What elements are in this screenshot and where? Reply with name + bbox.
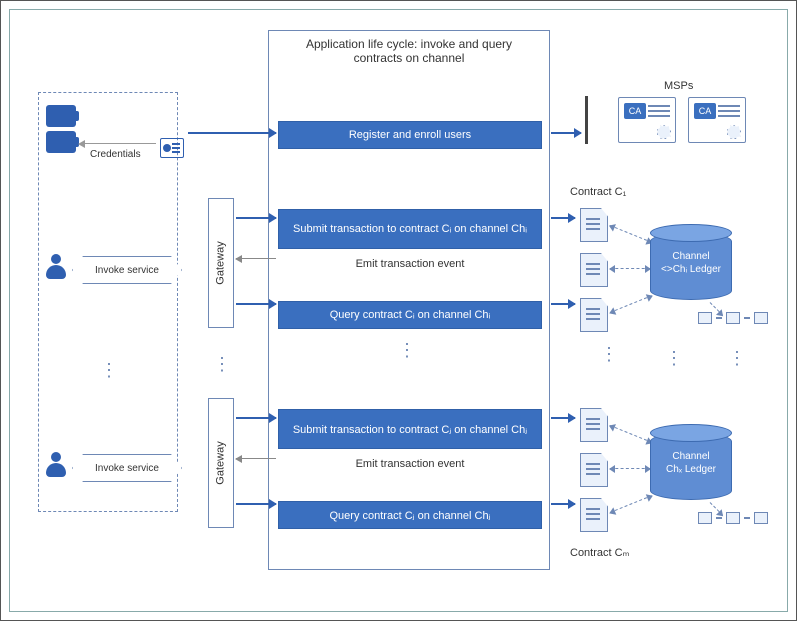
dashed-connector [610, 225, 652, 243]
contract-doc-icon [580, 498, 608, 532]
arrow-icon [551, 303, 575, 305]
arrow-icon [551, 132, 581, 134]
arrow-icon [236, 417, 276, 419]
arrow-icon [551, 503, 575, 505]
contract-cm-label: Contract Cₘ [570, 546, 629, 559]
ledger-line2: Chₓ Ledger [666, 464, 716, 475]
dashed-connector [610, 425, 652, 443]
ellipsis-icon: ⋮ [213, 354, 233, 375]
lifecycle-title: Application life cycle: invoke and query… [269, 31, 549, 75]
ledger-line2: Chᵢ Ledger [673, 264, 721, 275]
credentials-label: Credentials [90, 149, 141, 160]
invoke-label: Invoke service [95, 265, 159, 276]
seal-icon [727, 125, 741, 139]
arrow-icon [188, 132, 276, 134]
ellipsis-icon: ⋮ [100, 360, 120, 381]
ellipsis-icon: ⋮ [398, 340, 418, 361]
wallet-icon [46, 131, 76, 153]
msp-bracket [585, 96, 588, 144]
ca-badge: CA [624, 103, 646, 119]
dashed-connector [610, 495, 652, 513]
ellipsis-icon: ⋮ [728, 348, 748, 369]
wallet-icons [46, 105, 76, 157]
dashed-connector [610, 468, 650, 469]
msp-label: MSPs [664, 80, 693, 92]
ca-badge: CA [694, 103, 716, 119]
ledger-line1: Channel [672, 251, 709, 262]
contract-doc-icon [580, 453, 608, 487]
contract-doc-icon [580, 253, 608, 287]
ellipsis-icon: ⋮ [600, 344, 620, 365]
gateway-box: Gateway [208, 198, 234, 328]
contract-doc-icon [580, 298, 608, 332]
step-submit-tx-2: Submit transaction to contract Cⱼ on cha… [278, 409, 542, 449]
step-query-2: Query contract Cⱼ on channel Chⱼ [278, 501, 542, 529]
gateway-label: Gateway [215, 441, 227, 484]
user-icon [46, 452, 66, 480]
wallet-icon [46, 105, 76, 127]
invoke-service-arrow: Invoke service [72, 454, 182, 482]
arrow-icon [236, 458, 276, 459]
dashed-connector [610, 295, 652, 313]
contract-c1-label: Contract C₁ [570, 186, 626, 198]
arrow-icon [236, 503, 276, 505]
contract-doc-icon [580, 208, 608, 242]
ellipsis-icon: ⋮ [665, 348, 685, 369]
ledger-line1: Channel [672, 451, 709, 462]
emit-event-label-2: Emit transaction event [278, 458, 542, 470]
channel-ledger-2: Channel Chₓ Ledger [650, 432, 732, 500]
blockchain-icon [698, 512, 768, 524]
gateway-label: Gateway [215, 241, 227, 284]
msp-card: CA [618, 97, 676, 143]
channel-ledger-1: Channel<>Chᵢ Ledger [650, 232, 732, 300]
arrow-icon [551, 217, 575, 219]
lifecycle-box: Application life cycle: invoke and query… [268, 30, 550, 570]
gateway-box: Gateway [208, 398, 234, 528]
credentials-arrow [84, 143, 156, 144]
emit-event-label-1: Emit transaction event [278, 258, 542, 270]
credentials-arrow-head [78, 140, 85, 148]
arrow-icon [236, 258, 276, 259]
arrow-icon [236, 217, 276, 219]
blockchain-icon [698, 312, 768, 324]
arrow-icon [236, 303, 276, 305]
seal-icon [657, 125, 671, 139]
arrow-icon [551, 417, 575, 419]
dashed-connector [610, 268, 650, 269]
user-icon [46, 254, 66, 282]
msp-card: CA [688, 97, 746, 143]
step-register: Register and enroll users [278, 121, 542, 149]
step-query-1: Query contract Cᵢ on channel Chᵢ [278, 301, 542, 329]
id-card-icon [160, 138, 184, 158]
invoke-label: Invoke service [95, 463, 159, 474]
diagram-canvas: Credentials Invoke service ⋮ Invoke serv… [9, 9, 788, 612]
contract-doc-icon [580, 408, 608, 442]
invoke-service-arrow: Invoke service [72, 256, 182, 284]
step-submit-tx-1: Submit transaction to contract Cᵢ on cha… [278, 209, 542, 249]
